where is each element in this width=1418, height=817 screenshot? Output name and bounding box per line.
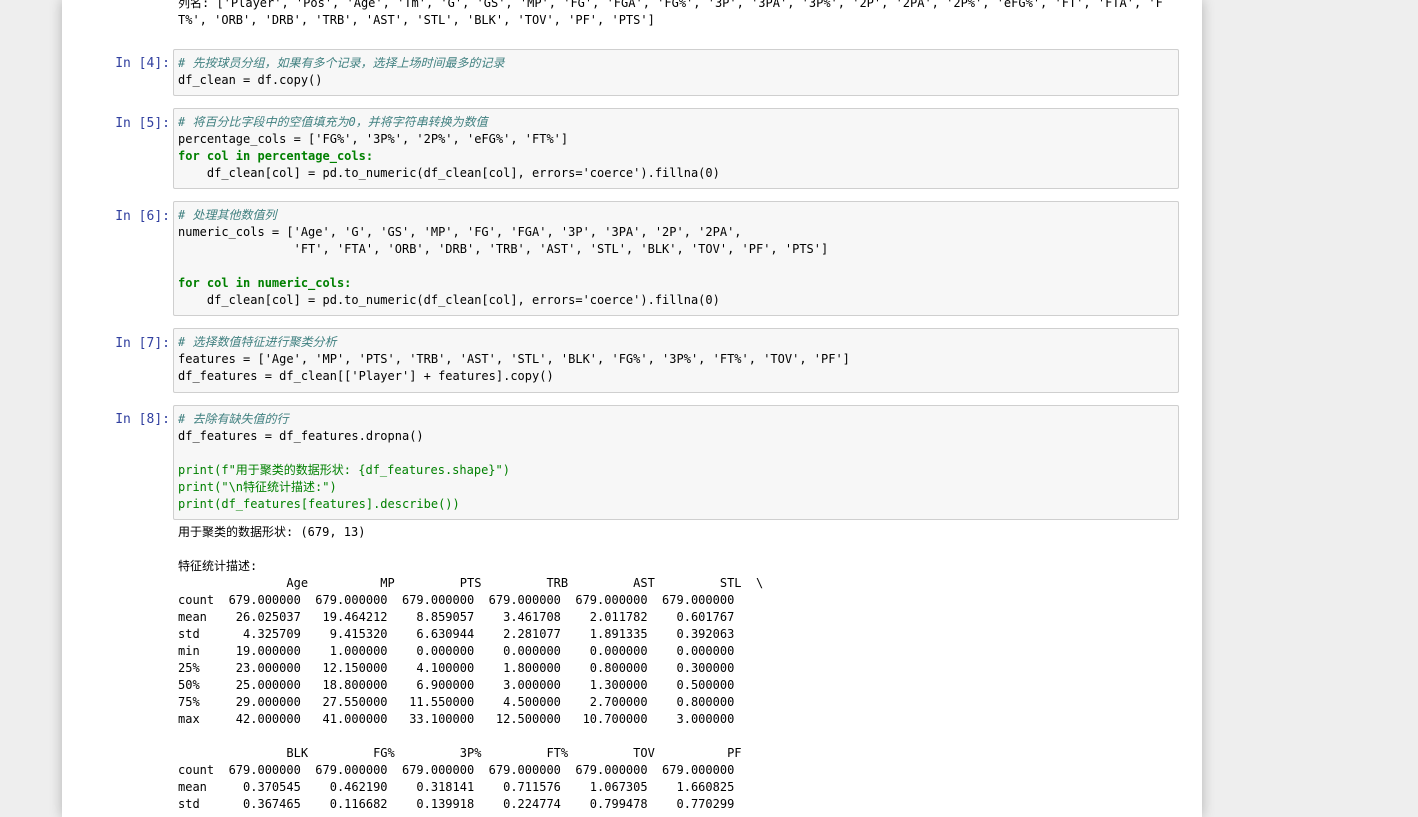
cell-prompt-5: In [5]: bbox=[115, 116, 170, 131]
code-editor-5[interactable]: # 将百分比字段中的空值填充为0，并将字符串转换为数值 percentage_c… bbox=[178, 114, 1174, 182]
code-cell-8[interactable]: # 去除有缺失值的行 df_features = df_features.dro… bbox=[173, 405, 1179, 520]
cell-prompt-8: In [8]: bbox=[115, 412, 170, 427]
code-editor-6[interactable]: # 处理其他数值列 numeric_cols = ['Age', 'G', 'G… bbox=[178, 207, 1174, 309]
cell-prompt-7: In [7]: bbox=[115, 336, 170, 351]
column-names-output: 列名: ['Player', 'Pos', 'Age', 'Tm', 'G', … bbox=[178, 0, 1163, 27]
notebook-page: 列名: ['Player', 'Pos', 'Age', 'Tm', 'G', … bbox=[62, 0, 1202, 817]
code-cell-7[interactable]: # 选择数值特征进行聚类分析 features = ['Age', 'MP', … bbox=[173, 328, 1179, 393]
code-cell-5[interactable]: # 将百分比字段中的空值填充为0，并将字符串转换为数值 percentage_c… bbox=[173, 108, 1179, 189]
code-cell-4[interactable]: # 先按球员分组，如果有多个记录，选择上场时间最多的记录 df_clean = … bbox=[173, 49, 1179, 96]
code-cell-6[interactable]: # 处理其他数值列 numeric_cols = ['Age', 'G', 'G… bbox=[173, 201, 1179, 316]
code-editor-4[interactable]: # 先按球员分组，如果有多个记录，选择上场时间最多的记录 df_clean = … bbox=[178, 55, 1174, 89]
code-editor-7[interactable]: # 选择数值特征进行聚类分析 features = ['Age', 'MP', … bbox=[178, 334, 1174, 385]
cell-prompt-4: In [4]: bbox=[115, 56, 170, 71]
cell-prompt-6: In [6]: bbox=[115, 209, 170, 224]
cell-output-8: 用于聚类的数据形状: (679, 13) 特征统计描述: Age MP PTS … bbox=[178, 525, 764, 811]
code-editor-8[interactable]: # 去除有缺失值的行 df_features = df_features.dro… bbox=[178, 411, 1174, 513]
